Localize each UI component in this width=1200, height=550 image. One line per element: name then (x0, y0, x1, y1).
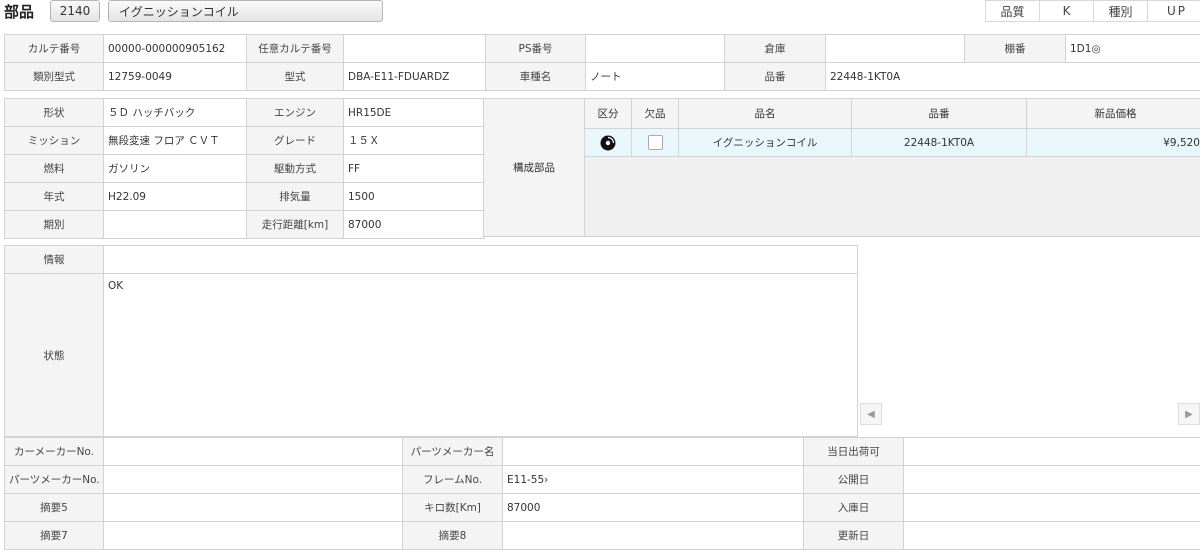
part-no: 22448-1KT0A (826, 63, 1200, 91)
summary7-value (104, 522, 403, 550)
grade-value: １５Ｘ (344, 127, 485, 155)
parts-maker-name (503, 438, 804, 466)
spec-table: 形状 ５Ｄ ハッチバック エンジン HR15DE ミッション 無段変速 フロア … (4, 98, 485, 239)
summary5-value (104, 494, 403, 522)
karte-no: 00000-000000905162 (104, 35, 247, 63)
public-date-label: 公開日 (804, 466, 904, 494)
disc-icon (600, 135, 616, 151)
info-field[interactable] (104, 246, 858, 274)
type-value: UP (1147, 0, 1200, 22)
opt-karte-label: 任意カルテ番号 (247, 35, 344, 63)
karte-no-label: カルテ番号 (5, 35, 104, 63)
table-row[interactable]: イグニッションコイル 22448-1KT0A ¥9,520 (585, 129, 1200, 157)
summary8-value (503, 522, 804, 550)
ps-label: PS番号 (486, 35, 586, 63)
category-cell (585, 129, 632, 157)
update-date-label: 更新日 (804, 522, 904, 550)
model-value: DBA-E11-FDUARDZ (344, 63, 486, 91)
memo-table: 情報 状態 OK (4, 245, 858, 437)
summary8-label: 摘要8 (403, 522, 503, 550)
part-name-cell: イグニッションコイル (679, 129, 852, 157)
class-model-label: 類別型式 (5, 63, 104, 91)
bottom-info-table: カーメーカーNo. パーツメーカー名 当日出荷可 パーツメーカーNo. フレーム… (4, 437, 1200, 550)
period-label: 期別 (5, 211, 104, 239)
status-label: 状態 (5, 274, 104, 437)
frame-value: E11-55› (503, 466, 804, 494)
mileage-label: 走行距離[km] (247, 211, 344, 239)
engine-label: エンジン (247, 99, 344, 127)
same-day-value (904, 438, 1200, 466)
update-date (904, 522, 1200, 550)
status-field[interactable]: OK (104, 274, 858, 437)
col-price[interactable]: 新品価格 (1027, 99, 1200, 129)
shelf-value: 1D1◎ (1066, 35, 1200, 63)
frame-label: フレームNo. (403, 466, 503, 494)
components-label: 構成部品 (483, 98, 585, 237)
car-name: ノート (586, 63, 725, 91)
col-category[interactable]: 区分 (585, 99, 632, 129)
part-code-box[interactable]: 2140 (50, 0, 100, 22)
year-label: 年式 (5, 183, 104, 211)
warehouse-label: 倉庫 (725, 35, 826, 63)
part-number-cell: 22448-1KT0A (852, 129, 1027, 157)
fuel-value: ガソリン (104, 155, 247, 183)
mission-value: 無段変速 フロア ＣＶＴ (104, 127, 247, 155)
mileage-value: 87000 (344, 211, 485, 239)
shape-label: 形状 (5, 99, 104, 127)
part-no-label: 品番 (725, 63, 826, 91)
drive-label: 駆動方式 (247, 155, 344, 183)
col-number[interactable]: 品番 (852, 99, 1027, 129)
stock-date (904, 494, 1200, 522)
class-model: 12759-0049 (104, 63, 247, 91)
part-name-box[interactable]: イグニッションコイル (108, 0, 383, 22)
summary7-label: 摘要7 (5, 522, 104, 550)
stock-date-label: 入庫日 (804, 494, 904, 522)
same-day-label: 当日出荷可 (804, 438, 904, 466)
car-name-label: 車種名 (486, 63, 586, 91)
karte-info-table: カルテ番号 00000-000000905162 任意カルテ番号 PS番号 倉庫… (4, 34, 1200, 91)
scroll-left-button[interactable]: ◀ (860, 403, 882, 425)
car-maker-no (104, 438, 403, 466)
engine-value: HR15DE (344, 99, 485, 127)
displacement-label: 排気量 (247, 183, 344, 211)
warehouse-value (826, 35, 965, 63)
quality-label: 品質 (985, 0, 1040, 22)
grade-label: グレード (247, 127, 344, 155)
missing-checkbox[interactable] (648, 135, 663, 150)
model-label: 型式 (247, 63, 344, 91)
parts-maker-no (104, 466, 403, 494)
parts-maker-no-label: パーツメーカーNo. (5, 466, 104, 494)
drive-value: FF (344, 155, 485, 183)
km-value: 87000 (503, 494, 804, 522)
fuel-label: 燃料 (5, 155, 104, 183)
year-value: H22.09 (104, 183, 247, 211)
parts-maker-name-label: パーツメーカー名 (403, 438, 503, 466)
shape-value: ５Ｄ ハッチバック (104, 99, 247, 127)
car-maker-no-label: カーメーカーNo. (5, 438, 104, 466)
period-value (104, 211, 247, 239)
chevron-left-icon: ◀ (867, 409, 875, 420)
col-missing[interactable]: 欠品 (632, 99, 679, 129)
mission-label: ミッション (5, 127, 104, 155)
shelf-label: 棚番 (965, 35, 1066, 63)
info-label: 情報 (5, 246, 104, 274)
missing-cell (632, 129, 679, 157)
type-label: 種別 (1093, 0, 1148, 22)
chevron-right-icon: ▶ (1185, 409, 1193, 420)
price-cell: ¥9,520 (1027, 129, 1200, 157)
public-date (904, 466, 1200, 494)
summary5-label: 摘要5 (5, 494, 104, 522)
opt-karte (344, 35, 486, 63)
ps-value (586, 35, 725, 63)
km-label: キロ数[Km] (403, 494, 503, 522)
displacement-value: 1500 (344, 183, 485, 211)
parts-table: 区分 欠品 品名 品番 新品価格 イグニッションコイル 22448-1KT0A … (584, 98, 1200, 157)
page-title: 部品 (4, 1, 34, 22)
col-name[interactable]: 品名 (679, 99, 852, 129)
scroll-right-button[interactable]: ▶ (1178, 403, 1200, 425)
quality-value: K (1039, 0, 1094, 22)
